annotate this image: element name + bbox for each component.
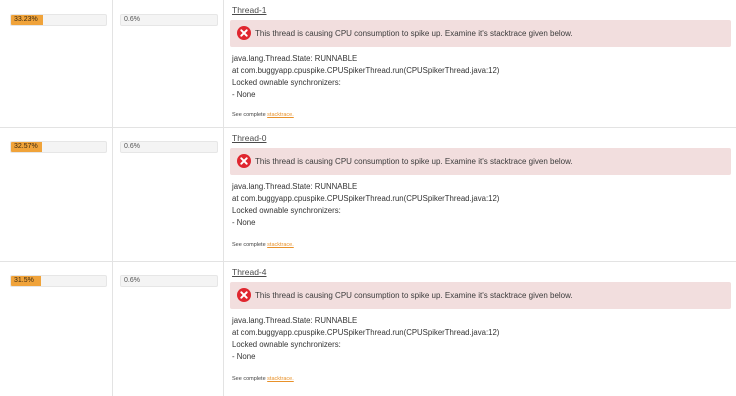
alert-message: This thread is causing CPU consumption t…: [255, 29, 573, 38]
cpu-progress-bar: 32.57%: [10, 141, 107, 153]
thread-name-link[interactable]: Thread-1: [232, 5, 267, 15]
stack-line: - None: [232, 90, 256, 99]
secondary-progress-fill: [121, 142, 122, 152]
error-circle-x-icon: [237, 154, 251, 168]
see-complete-text: See complete stacktrace.: [232, 242, 294, 248]
secondary-cell: 0.6%: [113, 262, 224, 396]
secondary-cell: 0.6%: [113, 128, 224, 261]
cpu-spike-alert: This thread is causing CPU consumption t…: [230, 20, 731, 47]
see-complete-prefix: See complete: [232, 242, 268, 248]
details-cell: Thread-0 This thread is causing CPU cons…: [224, 128, 736, 261]
cpu-spike-alert: This thread is causing CPU consumption t…: [230, 148, 731, 175]
thread-name-link[interactable]: Thread-0: [232, 133, 267, 143]
table-row: 33.23% 0.6% Thread-1 This thread is caus…: [0, 0, 736, 128]
stack-line: at com.buggyapp.cpuspike.CPUSpikerThread…: [232, 194, 500, 203]
error-circle-x-icon: [237, 26, 251, 40]
secondary-progress-fill: [121, 276, 122, 286]
stack-line: - None: [232, 218, 256, 227]
table-row: 32.57% 0.6% Thread-0 This thread is caus…: [0, 128, 736, 262]
thread-name-link[interactable]: Thread-4: [232, 267, 267, 277]
cpu-percent-label: 31.5%: [14, 277, 34, 284]
stack-line: Locked ownable synchronizers:: [232, 340, 341, 349]
stacktrace-snippet: java.lang.Thread.State: RUNNABLE at com.…: [232, 53, 499, 101]
stack-line: java.lang.Thread.State: RUNNABLE: [232, 182, 358, 191]
stacktrace-link[interactable]: stacktrace.: [267, 376, 294, 382]
secondary-percent-label: 0.6%: [124, 143, 140, 150]
cpu-cell: 33.23%: [0, 0, 113, 127]
cpu-percent-label: 32.57%: [14, 143, 38, 150]
secondary-progress-bar: 0.6%: [120, 14, 218, 26]
stacktrace-snippet: java.lang.Thread.State: RUNNABLE at com.…: [232, 315, 499, 363]
cpu-progress-bar: 31.5%: [10, 275, 107, 287]
secondary-cell: 0.6%: [113, 0, 224, 127]
alert-message: This thread is causing CPU consumption t…: [255, 291, 573, 300]
stack-line: Locked ownable synchronizers:: [232, 78, 341, 87]
details-cell: Thread-4 This thread is causing CPU cons…: [224, 262, 736, 396]
table-row: 31.5% 0.6% Thread-4 This thread is causi…: [0, 262, 736, 396]
see-complete-prefix: See complete: [232, 376, 268, 382]
stacktrace-snippet: java.lang.Thread.State: RUNNABLE at com.…: [232, 181, 499, 229]
stack-line: Locked ownable synchronizers:: [232, 206, 341, 215]
details-cell: Thread-1 This thread is causing CPU cons…: [224, 0, 736, 127]
secondary-percent-label: 0.6%: [124, 277, 140, 284]
cpu-cell: 31.5%: [0, 262, 113, 396]
stacktrace-link[interactable]: stacktrace.: [267, 112, 294, 118]
cpu-progress-bar: 33.23%: [10, 14, 107, 26]
stack-line: at com.buggyapp.cpuspike.CPUSpikerThread…: [232, 66, 500, 75]
secondary-percent-label: 0.6%: [124, 16, 140, 23]
stack-line: java.lang.Thread.State: RUNNABLE: [232, 316, 358, 325]
thread-table: 33.23% 0.6% Thread-1 This thread is caus…: [0, 0, 736, 396]
secondary-progress-bar: 0.6%: [120, 275, 218, 287]
secondary-progress-fill: [121, 15, 122, 25]
see-complete-text: See complete stacktrace.: [232, 376, 294, 382]
cpu-spike-alert: This thread is causing CPU consumption t…: [230, 282, 731, 309]
cpu-percent-label: 33.23%: [14, 16, 38, 23]
see-complete-prefix: See complete: [232, 112, 268, 118]
secondary-progress-bar: 0.6%: [120, 141, 218, 153]
alert-message: This thread is causing CPU consumption t…: [255, 157, 573, 166]
error-circle-x-icon: [237, 288, 251, 302]
stack-line: java.lang.Thread.State: RUNNABLE: [232, 54, 358, 63]
stack-line: - None: [232, 352, 256, 361]
cpu-cell: 32.57%: [0, 128, 113, 261]
stack-line: at com.buggyapp.cpuspike.CPUSpikerThread…: [232, 328, 500, 337]
stacktrace-link[interactable]: stacktrace.: [267, 242, 294, 248]
see-complete-text: See complete stacktrace.: [232, 112, 294, 118]
